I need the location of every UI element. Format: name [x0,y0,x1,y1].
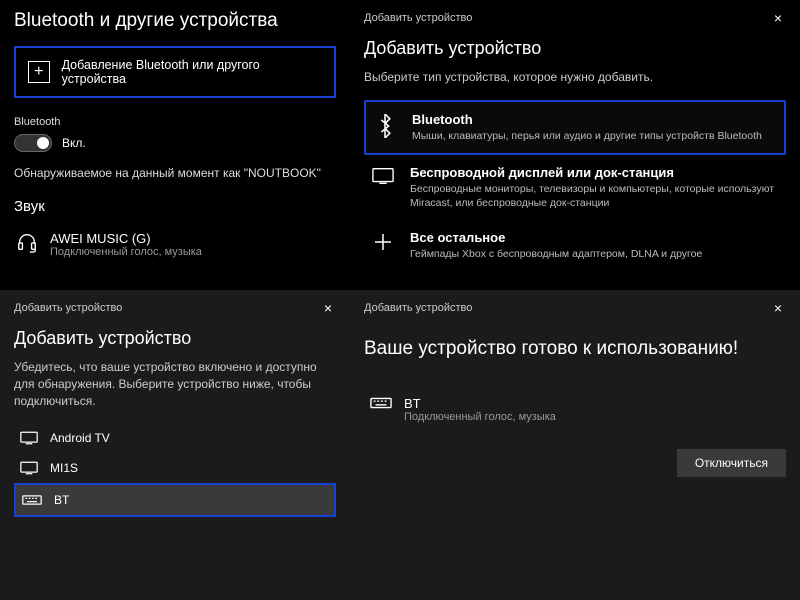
discoverable-text: Обнаруживаемое на данный момент как "NOU… [14,166,336,180]
device-name: BT [404,396,556,411]
keyboard-icon [370,396,392,410]
bluetooth-toggle[interactable] [14,134,52,152]
device-name: MI1S [50,461,78,475]
dialog-title-bar: Добавить устройство [364,12,472,24]
device-name: Android TV [50,431,110,445]
close-icon[interactable]: × [770,10,786,26]
close-icon[interactable]: × [320,300,336,316]
option-wireless-display[interactable]: Беспроводной дисплей или док-станция Бес… [364,155,786,220]
audio-device-desc: Подключенный голос, музыка [50,246,202,258]
device-ready-dialog: Добавить устройство × Ваше устройство го… [350,290,800,600]
ready-heading: Ваше устройство готово к использованию! [364,338,786,360]
bluetooth-label: Bluetooth [14,116,336,128]
dialog-heading: Добавить устройство [14,328,336,349]
option-name: Беспроводной дисплей или док-станция [410,165,780,180]
option-everything-else[interactable]: Все остальное Геймпады Xbox с беспроводн… [364,220,786,271]
dialog-subtitle: Убедитесь, что ваше устройство включено … [14,359,336,409]
device-list-item-selected[interactable]: BT [14,483,336,517]
settings-bluetooth-panel: Bluetooth и другие устройства + Добавлен… [0,0,350,290]
dialog-title-bar: Добавить устройство [14,302,122,314]
audio-device-name: AWEI MUSIC (G) [50,231,202,246]
option-bluetooth[interactable]: Bluetooth Мыши, клавиатуры, перья или ау… [364,100,786,155]
dialog-heading: Добавить устройство [364,38,786,59]
discover-devices-dialog: Добавить устройство × Добавить устройств… [0,290,350,600]
device-list-item[interactable]: Android TV [14,423,336,453]
device-list-item[interactable]: MI1S [14,453,336,483]
option-desc: Мыши, клавиатуры, перья или аудио и друг… [412,129,762,143]
option-desc: Беспроводные мониторы, телевизоры и комп… [410,182,780,210]
display-icon [20,431,38,445]
keyboard-icon [22,494,42,506]
bluetooth-icon [372,114,398,138]
display-icon [20,461,38,475]
toggle-state: Вкл. [62,136,86,150]
display-icon [370,167,396,185]
device-desc: Подключенный голос, музыка [404,411,556,423]
audio-device-row[interactable]: AWEI MUSIC (G) Подключенный голос, музык… [14,225,336,264]
audio-section-header: Звук [14,198,336,215]
connected-device-row: BT Подключенный голос, музыка [364,390,786,429]
option-name: Все остальное [410,230,702,245]
page-title: Bluetooth и другие устройства [14,10,336,32]
add-device-button[interactable]: + Добавление Bluetooth или другого устро… [14,46,336,98]
device-name: BT [54,493,69,507]
plus-icon: + [28,61,50,83]
headset-icon [16,231,38,253]
add-device-label: Добавление Bluetooth или другого устройс… [62,58,322,86]
close-icon[interactable]: × [770,300,786,316]
option-name: Bluetooth [412,112,762,127]
dialog-subtitle: Выберите тип устройства, которое нужно д… [364,69,786,86]
option-desc: Геймпады Xbox с беспроводным адаптером, … [410,247,702,261]
disconnect-button[interactable]: Отключиться [677,449,786,477]
add-device-type-dialog: Добавить устройство × Добавить устройств… [350,0,800,290]
dialog-title-bar: Добавить устройство [364,302,472,314]
plus-icon [370,232,396,252]
